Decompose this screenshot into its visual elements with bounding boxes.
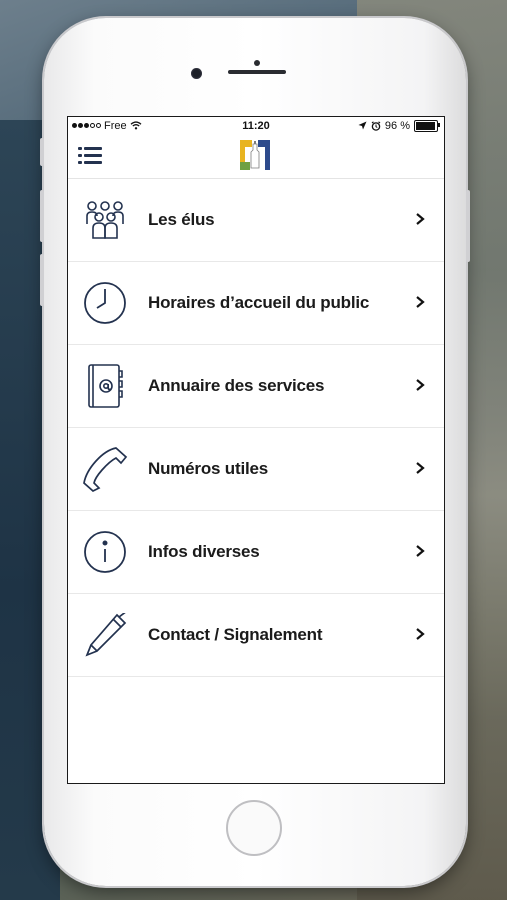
chevron-right-icon [416,628,425,640]
volume-down-button [40,254,44,306]
chevron-right-icon [416,545,425,557]
list-item-annuaire[interactable]: Annuaire des services [68,345,444,428]
power-button [466,190,470,262]
list-item-horaires[interactable]: Horaires d’accueil du public [68,262,444,345]
status-right: 96 % [358,119,440,132]
mute-switch [40,138,44,166]
status-bar: Free 11:20 96 % [68,117,444,134]
volume-up-button [40,190,44,242]
info-icon [82,529,128,575]
list-item-label: Horaires d’accueil du public [148,293,370,312]
carrier-name: Free [104,119,127,132]
battery-icon [414,119,440,132]
status-time: 11:20 [242,119,270,132]
front-camera [191,68,202,79]
wifi-icon [130,121,142,130]
phone-frame: Free 11:20 96 % Les élus Horaires d’accu… [40,18,470,886]
address-book-icon [82,363,128,409]
battery-level-fill [416,121,436,130]
list-item-numeros[interactable]: Numéros utiles [68,428,444,511]
list-item-label: Numéros utiles [148,459,269,478]
list-item-contact[interactable]: Contact / Signalement [68,594,444,677]
people-group-icon [82,197,128,243]
chevron-right-icon [416,296,425,308]
list-item-label: Les élus [148,210,215,229]
alarm-clock-icon [371,120,381,131]
home-button[interactable] [226,800,282,856]
list-item-les-elus[interactable]: Les élus [68,179,444,262]
menu-list: Les élus Horaires d’accueil du public An… [68,178,444,677]
list-menu-icon[interactable] [78,146,104,166]
phone-screen: Free 11:20 96 % Les élus Horaires d’accu… [67,116,445,784]
chevron-right-icon [416,213,425,225]
clock-icon [82,280,128,326]
signal-strength-icon [72,123,101,128]
list-item-label: Contact / Signalement [148,625,323,644]
chevron-right-icon [416,379,425,391]
navigation-bar [68,134,444,178]
proximity-sensor [254,60,260,66]
status-left: Free [72,120,142,132]
phone-handset-icon [82,446,128,492]
municipal-logo-icon[interactable] [238,138,272,172]
chevron-right-icon [416,462,425,474]
list-item-label: Annuaire des services [148,376,325,395]
earpiece-speaker [228,70,286,74]
pen-icon [82,612,128,658]
list-item-infos[interactable]: Infos diverses [68,511,444,594]
list-item-label: Infos diverses [148,542,260,561]
location-arrow-icon [358,121,367,130]
battery-percent: 96 % [384,119,410,132]
